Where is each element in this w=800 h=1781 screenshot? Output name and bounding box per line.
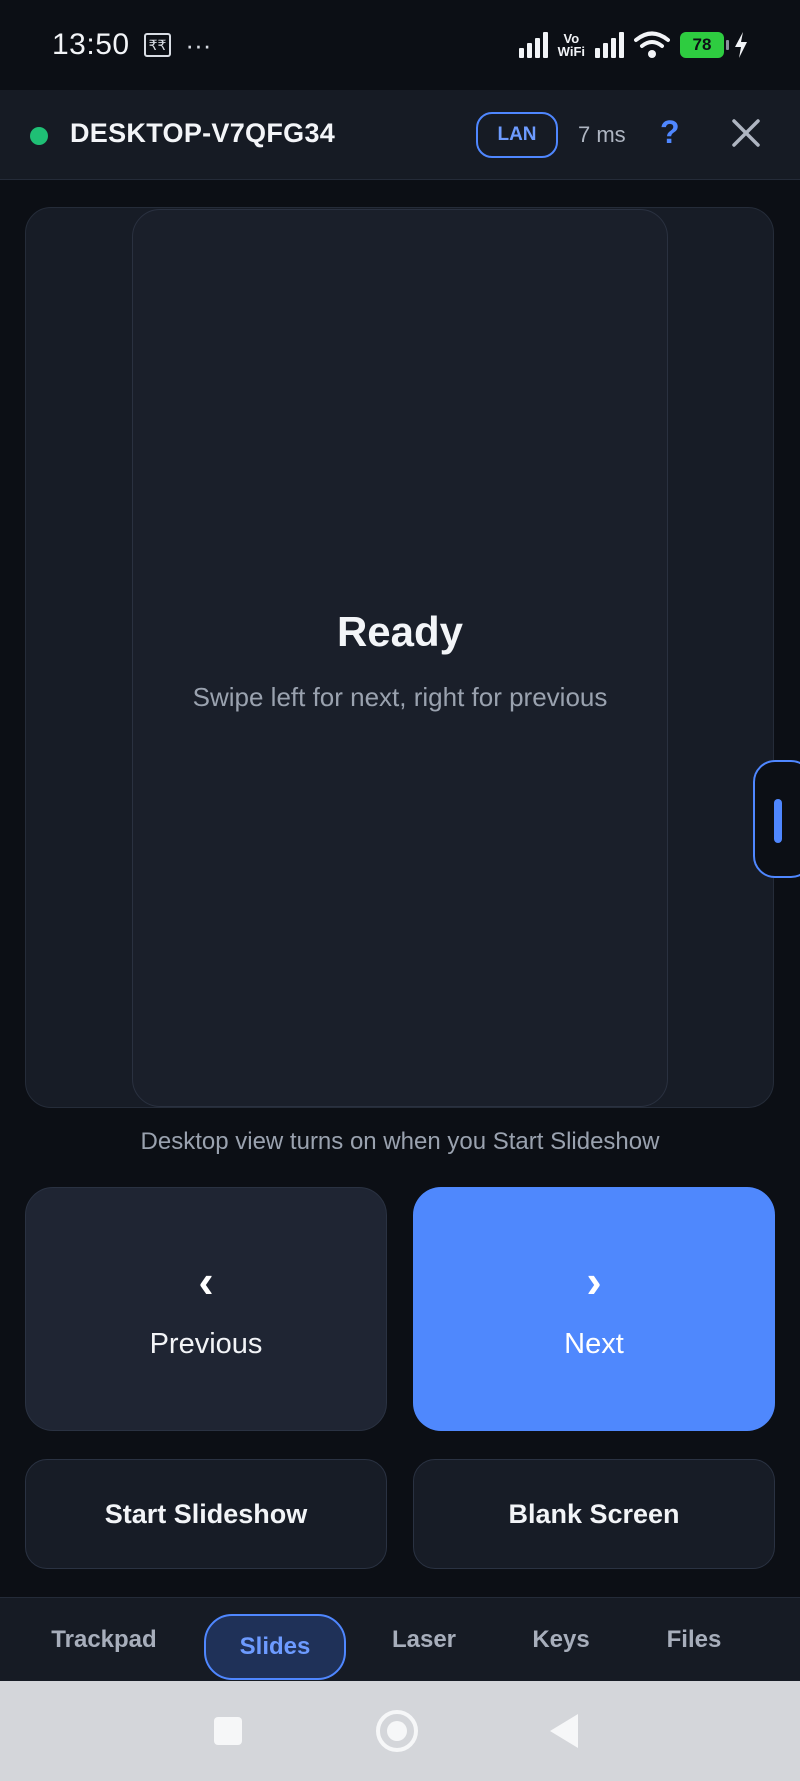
drag-handle-icon [774, 799, 782, 843]
help-icon[interactable]: ? [660, 114, 680, 151]
desktop-view-hint: Desktop view turns on when you Start Sli… [140, 1128, 660, 1155]
back-icon[interactable] [550, 1714, 578, 1748]
charging-icon [735, 32, 747, 58]
cell-signal-2-icon [595, 32, 624, 58]
connection-type-badge: LAN [476, 112, 558, 158]
connected-status-dot [30, 127, 48, 145]
chevron-right-icon: › [586, 1254, 602, 1307]
status-time: 13:50 [52, 28, 130, 61]
preview-instructions: Swipe left for next, right for previous [192, 682, 608, 712]
battery-icon: 78 [680, 32, 729, 58]
tab-keys[interactable]: Keys [516, 1616, 606, 1664]
previous-slide-button[interactable]: ‹ Previous [25, 1187, 387, 1431]
connection-header: DESKTOP-V7QFG34 LAN 7 ms ? [0, 90, 800, 180]
previous-label: Previous [149, 1327, 263, 1360]
system-status-bar: 13:50 ₹₹ ··· Vo WiFi 78 [0, 0, 800, 90]
system-navigation-bar [0, 1681, 800, 1781]
vowifi-icon: Vo WiFi [557, 31, 585, 59]
tab-slides[interactable]: Slides [204, 1614, 346, 1680]
latency-label: 7 ms [578, 122, 626, 147]
payment-notification-icon: ₹₹ [143, 33, 172, 57]
bottom-tab-bar: Trackpad Slides Laser Keys Files [0, 1597, 800, 1681]
status-icons: Vo WiFi 78 [518, 31, 748, 59]
recents-icon[interactable] [214, 1717, 242, 1745]
device-name: DESKTOP-V7QFG34 [70, 118, 336, 148]
preview-status-title: Ready [336, 608, 464, 655]
more-notifications-icon: ··· [185, 29, 212, 60]
chevron-left-icon: ‹ [198, 1254, 214, 1307]
cell-signal-icon [518, 32, 548, 58]
home-icon[interactable] [376, 1710, 418, 1752]
blank-screen-button[interactable]: Blank Screen [413, 1459, 775, 1569]
wifi-icon [634, 31, 670, 58]
close-icon[interactable] [726, 110, 766, 156]
start-slideshow-button[interactable]: Start Slideshow [25, 1459, 387, 1569]
next-label: Next [564, 1327, 624, 1360]
side-drawer-handle[interactable] [753, 760, 800, 878]
tab-files[interactable]: Files [642, 1616, 746, 1664]
next-slide-button[interactable]: › Next [413, 1187, 775, 1431]
app-screen: 13:50 ₹₹ ··· Vo WiFi 78 DESKTOP-V7QFG34 L… [0, 0, 800, 1781]
tab-trackpad[interactable]: Trackpad [34, 1616, 174, 1664]
tab-laser[interactable]: Laser [372, 1616, 476, 1664]
slide-preview-card[interactable] [132, 209, 668, 1107]
